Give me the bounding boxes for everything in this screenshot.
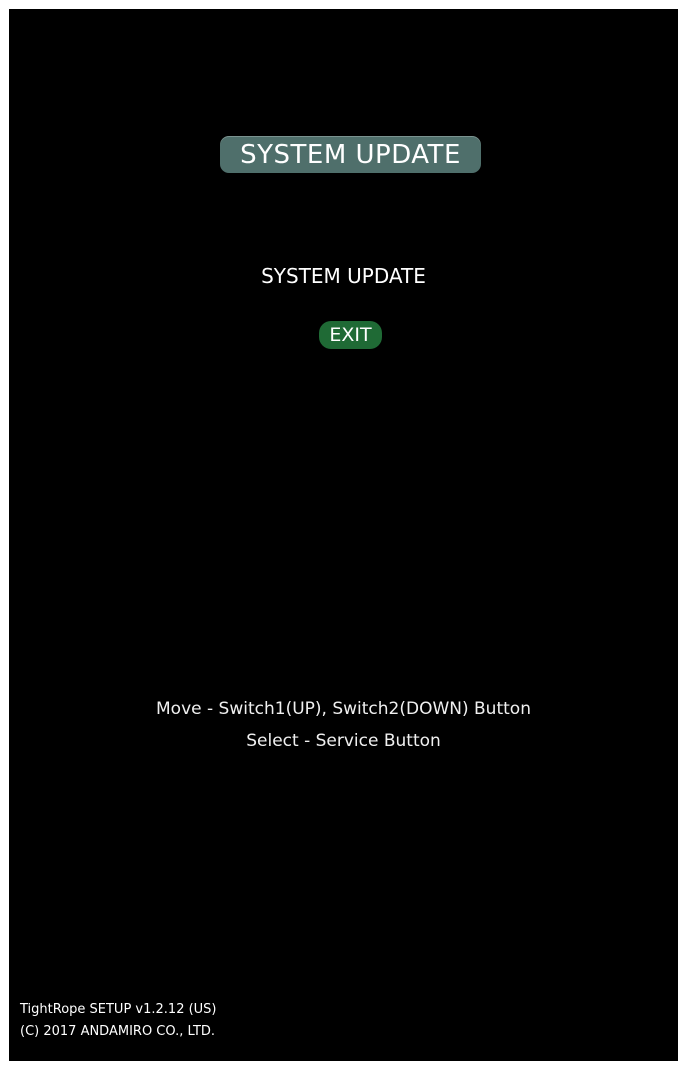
exit-button-label: EXIT xyxy=(329,324,372,346)
help-select-text: Select - Service Button xyxy=(246,731,441,751)
page-title: SYSTEM UPDATE xyxy=(220,136,481,173)
menu-item-system-update[interactable]: SYSTEM UPDATE xyxy=(9,264,678,288)
exit-button[interactable]: EXIT xyxy=(319,321,382,349)
footer-copyright: (C) 2017 ANDAMIRO CO., LTD. xyxy=(20,1024,216,1039)
setup-screen: SYSTEM UPDATE SYSTEM UPDATE EXIT Move - … xyxy=(9,9,678,1061)
page-title-text: SYSTEM UPDATE xyxy=(240,139,461,170)
footer-version: TightRope SETUP v1.2.12 (US) xyxy=(20,1002,217,1017)
help-move-text: Move - Switch1(UP), Switch2(DOWN) Button xyxy=(156,699,531,719)
menu-item-system-update-label: SYSTEM UPDATE xyxy=(261,264,426,288)
